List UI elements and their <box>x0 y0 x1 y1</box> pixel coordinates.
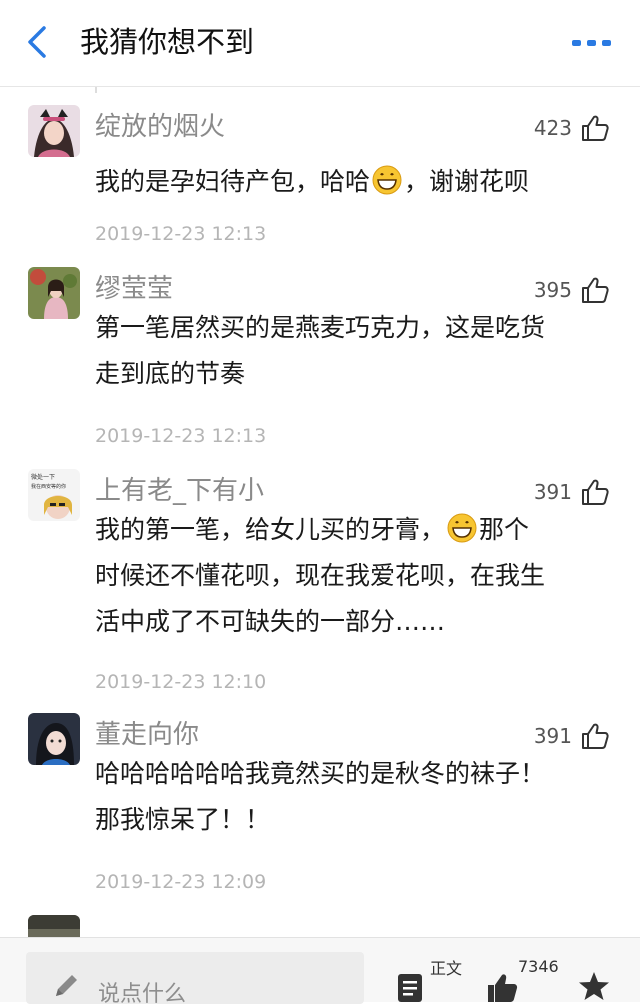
avatar[interactable]: 微处一下 我在西安等的你 <box>28 469 80 521</box>
comment-text-part: 我的是孕妇待产包，哈哈 <box>95 167 371 196</box>
like-button[interactable]: 391 <box>534 477 610 507</box>
comment-text-line: 第一笔居然买的是燕麦巧克力，这是吃货 <box>95 313 546 342</box>
comment-time: 2019-12-23 12:13 <box>95 223 267 245</box>
comment-text-line: 哈哈哈哈哈哈我竟然买的是秋冬的袜子！ <box>95 759 546 788</box>
like-count: 423 <box>533 116 572 140</box>
avatar[interactable] <box>28 267 80 319</box>
commenter-name[interactable]: 绽放的烟火 <box>95 109 225 145</box>
comment-text-line: 活中成了不可缺失的一部分…… <box>95 607 446 636</box>
comment-time: 2019-12-23 12:09 <box>95 871 267 893</box>
bottom-action-bar: 说点什么 正文 7346 <box>0 937 640 1007</box>
comment-text: 我的是孕妇待产包，哈哈 ，谢谢花呗 <box>95 159 615 205</box>
like-count: 395 <box>533 278 572 302</box>
comment-text-part: 那个 <box>479 515 530 544</box>
comment-text-part: 我的第一笔，给女儿买的牙膏， <box>95 515 446 544</box>
total-like-count: 7346 <box>518 957 559 976</box>
grinning-face-icon <box>447 513 477 543</box>
comment-text-line: 时候还不懂花呗，现在我爱花呗，在我生 <box>95 561 546 590</box>
avatar-caption-1: 微处一下 <box>31 473 55 481</box>
comment-text: 第一笔居然买的是燕麦巧克力，这是吃货 走到底的节奏 <box>95 305 615 397</box>
page-title: 我猜你想不到 <box>80 25 255 59</box>
commenter-name[interactable]: 董走向你 <box>95 717 199 753</box>
grinning-face-icon <box>372 165 402 195</box>
like-count: 391 <box>533 724 572 748</box>
comment-time: 2019-12-23 12:10 <box>95 671 267 693</box>
document-icon[interactable] <box>396 972 424 1002</box>
comment-text-line: 我的第一笔，给女儿买的牙膏， 那个 <box>95 507 615 553</box>
thumbs-up-icon <box>582 277 609 303</box>
comment-text: 哈哈哈哈哈哈我竟然买的是秋冬的袜子！ 那我惊呆了！！ <box>95 751 615 843</box>
comment-time: 2019-12-23 12:13 <box>95 425 267 447</box>
top-nav-bar: 我猜你想不到 <box>0 0 640 87</box>
commenter-name[interactable]: 上有老_下有小 <box>95 473 264 509</box>
article-label: 正文 <box>430 959 463 978</box>
comment-input-placeholder: 说点什么 <box>98 982 187 1007</box>
comment-text-line: 走到底的节奏 <box>95 359 246 388</box>
star-icon[interactable] <box>578 970 610 1002</box>
pencil-icon <box>56 975 77 996</box>
thumbs-up-icon <box>582 115 609 141</box>
avatar-caption-2: 我在西安等的你 <box>31 483 66 490</box>
like-count: 391 <box>533 480 572 504</box>
comment-text-line: 那我惊呆了！！ <box>95 805 271 834</box>
avatar[interactable] <box>28 105 80 157</box>
thumbs-up-icon <box>582 479 609 505</box>
more-dots-icon[interactable] <box>572 38 612 48</box>
avatar[interactable] <box>28 915 80 937</box>
like-button[interactable]: 395 <box>534 275 610 305</box>
like-button[interactable]: 423 <box>534 113 610 143</box>
comment-text: 我的第一笔，给女儿买的牙膏， 那个 时候还不懂花呗，现在我爱花呗，在我生 活中成了… <box>95 507 615 645</box>
thumbs-up-icon <box>582 723 609 749</box>
avatar[interactable] <box>28 713 80 765</box>
chevron-left-icon[interactable] <box>22 22 52 62</box>
like-button[interactable]: 391 <box>534 721 610 751</box>
commenter-name[interactable]: 缪莹莹 <box>95 271 173 307</box>
comment-text-part: ，谢谢花呗 <box>404 167 530 196</box>
thumbs-up-icon[interactable] <box>486 972 518 1002</box>
comment-list[interactable]: 绽放的烟火 423 我的是孕妇待产包，哈哈 ，谢谢花呗 2019-12-23 12… <box>0 87 640 937</box>
